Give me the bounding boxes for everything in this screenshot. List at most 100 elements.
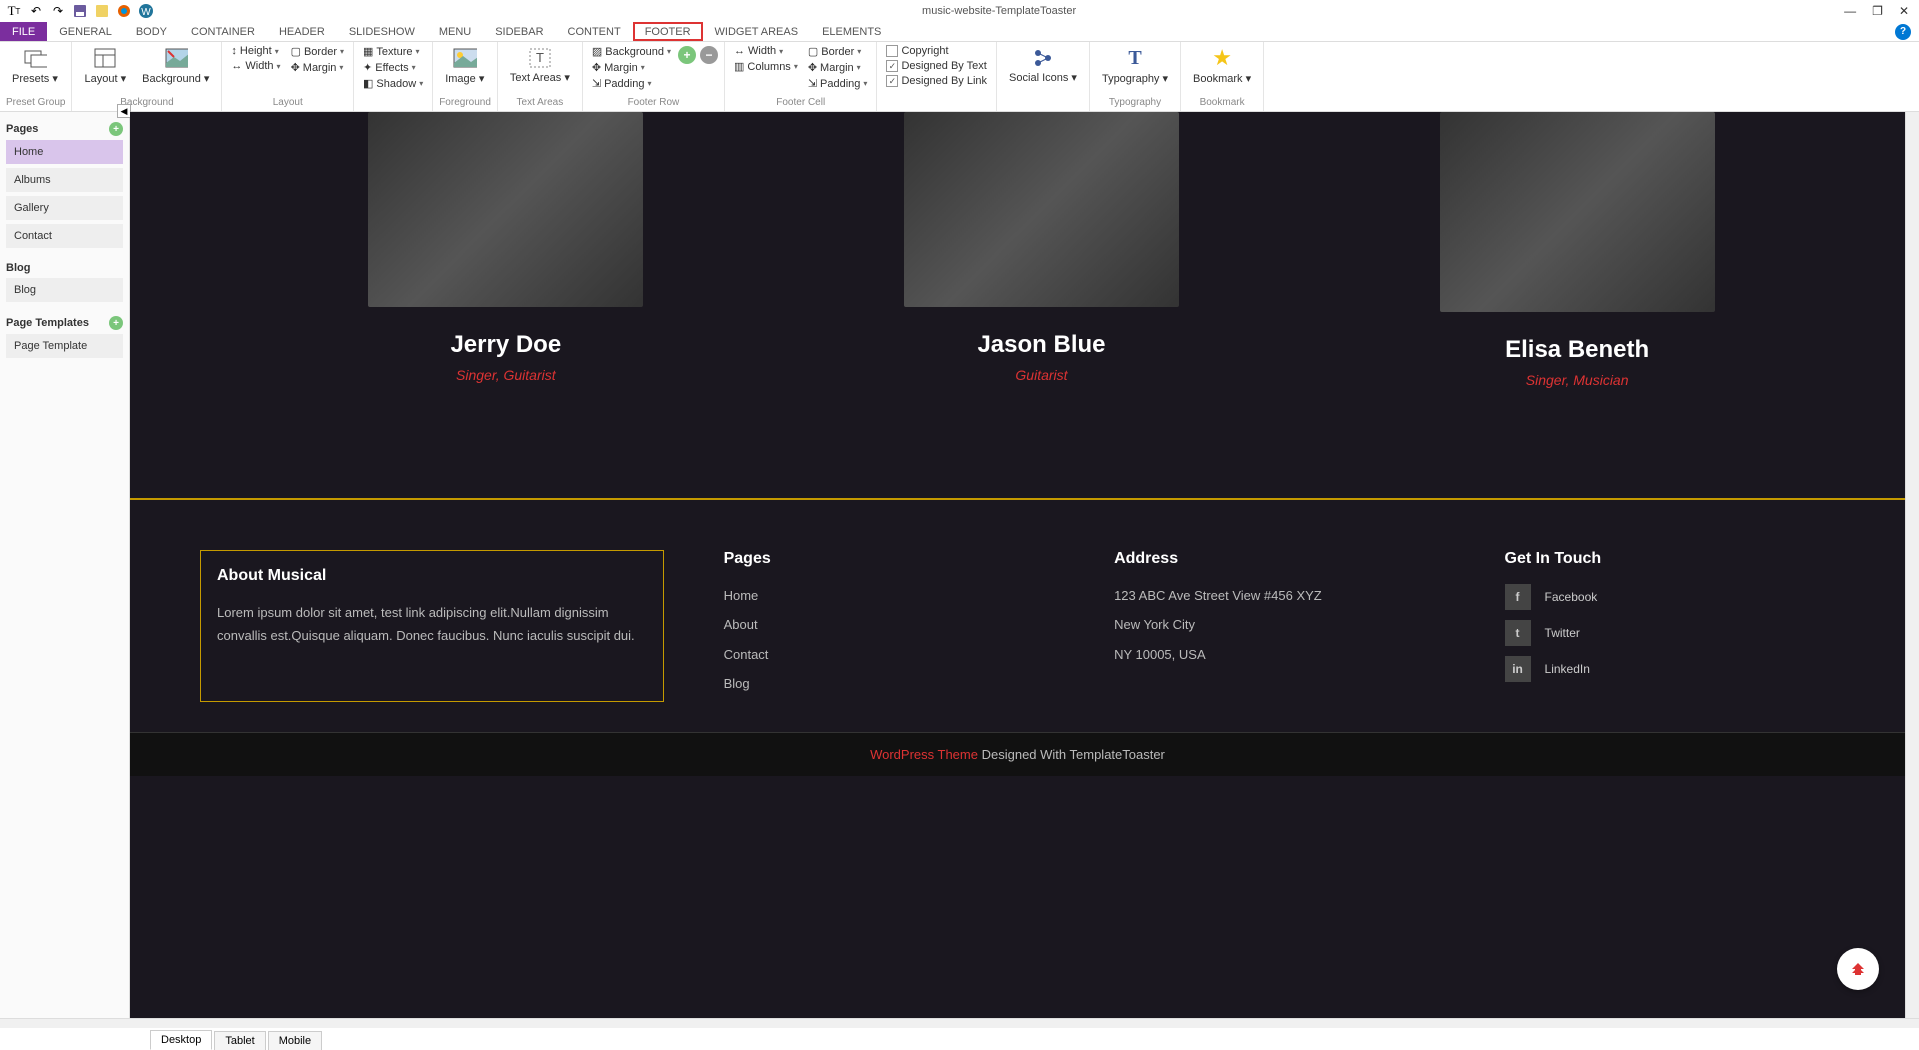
tab-elements[interactable]: ELEMENTS <box>810 22 893 41</box>
person-role: Singer, Musician <box>1440 372 1715 388</box>
person-image <box>368 112 643 307</box>
person-image <box>904 112 1179 307</box>
fr-padding-button[interactable]: ⇲ Padding ▾ <box>589 76 674 91</box>
close-button[interactable]: ✕ <box>1899 4 1909 18</box>
tab-slideshow[interactable]: SLIDESHOW <box>337 22 427 41</box>
test-link[interactable]: test link <box>381 605 425 620</box>
fr-margin-button[interactable]: ✥ Margin ▾ <box>589 60 674 75</box>
wordpress-icon[interactable]: W <box>138 3 154 19</box>
social-facebook[interactable]: fFacebook <box>1505 584 1835 610</box>
sidebar-item-blog[interactable]: Blog <box>6 278 123 302</box>
sidebar-item-page-template[interactable]: Page Template <box>6 334 123 358</box>
border-button[interactable]: ▢ Border ▾ <box>288 44 347 59</box>
view-tablet-tab[interactable]: Tablet <box>214 1031 265 1050</box>
footer-link[interactable]: Blog <box>724 672 1054 695</box>
tab-footer[interactable]: FOOTER <box>633 22 703 41</box>
firefox-icon[interactable] <box>116 3 132 19</box>
twitter-icon: t <box>1505 620 1531 646</box>
tab-content[interactable]: CONTENT <box>556 22 633 41</box>
tab-widget-areas[interactable]: WIDGET AREAS <box>703 22 811 41</box>
width-button[interactable]: ↔ Width ▾ <box>228 59 283 73</box>
footer-bottom[interactable]: WordPress Theme Designed With TemplateTo… <box>130 732 1905 776</box>
typography-button[interactable]: T Typography ▾ <box>1096 44 1174 87</box>
text-areas-button[interactable]: T Text Areas ▾ <box>504 44 576 86</box>
sidebar-item-albums[interactable]: Albums <box>6 168 123 192</box>
maximize-button[interactable]: ❐ <box>1872 4 1883 18</box>
footer-bottom-text: Designed With TemplateToaster <box>978 747 1165 762</box>
footer-social-cell: Get In Touch fFacebook tTwitter inLinked… <box>1505 550 1835 702</box>
person-name: Jerry Doe <box>368 331 643 359</box>
copyright-checkbox[interactable]: Copyright <box>883 44 990 58</box>
footer-area[interactable]: About Musical Lorem ipsum dolor sit amet… <box>130 500 1905 732</box>
redo-icon[interactable]: ↷ <box>50 3 66 19</box>
fc-border-button[interactable]: ▢ Border ▾ <box>805 44 871 59</box>
remove-row-button[interactable]: − <box>700 46 718 64</box>
presets-button[interactable]: Presets ▾ <box>6 44 64 87</box>
tab-file[interactable]: FILE <box>0 22 47 41</box>
tab-container[interactable]: CONTAINER <box>179 22 267 41</box>
tab-header[interactable]: HEADER <box>267 22 337 41</box>
height-button[interactable]: ↕ Height ▾ <box>228 44 283 58</box>
person-image <box>1440 112 1715 312</box>
address-line: NY 10005, USA <box>1114 643 1444 666</box>
horizontal-scrollbar[interactable] <box>0 1018 1919 1028</box>
layout-button[interactable]: Layout ▾ <box>78 44 132 87</box>
add-row-button[interactable]: + <box>678 46 696 64</box>
background-button[interactable]: Background ▾ <box>136 44 215 87</box>
person-name: Jason Blue <box>904 331 1179 359</box>
text-tool-icon[interactable]: TT <box>6 3 22 19</box>
preview-icon[interactable] <box>94 3 110 19</box>
social-linkedin[interactable]: inLinkedIn <box>1505 656 1835 682</box>
footer-link[interactable]: About <box>724 613 1054 636</box>
tab-general[interactable]: GENERAL <box>47 22 124 41</box>
footer-link[interactable]: Home <box>724 584 1054 607</box>
designed-by-text-checkbox[interactable]: ✓ Designed By Text <box>883 59 990 73</box>
footer-cell-label: Footer Cell <box>731 97 870 109</box>
about-title: About Musical <box>217 567 647 585</box>
minimize-button[interactable]: — <box>1844 4 1856 18</box>
footer-address-cell: Address 123 ABC Ave Street View #456 XYZ… <box>1114 550 1444 702</box>
bookmark-button[interactable]: ★ Bookmark ▾ <box>1187 44 1257 87</box>
canvas[interactable]: Jerry Doe Singer, Guitarist Jason Blue G… <box>130 112 1905 1018</box>
designed-by-link-checkbox[interactable]: ✓ Designed By Link <box>883 74 990 88</box>
touch-title: Get In Touch <box>1505 550 1835 568</box>
tab-menu[interactable]: MENU <box>427 22 483 41</box>
social-twitter[interactable]: tTwitter <box>1505 620 1835 646</box>
view-desktop-tab[interactable]: Desktop <box>150 1030 212 1050</box>
view-mobile-tab[interactable]: Mobile <box>268 1031 322 1050</box>
social-icons-button[interactable]: Social Icons ▾ <box>1003 44 1083 86</box>
sidebar-item-gallery[interactable]: Gallery <box>6 196 123 220</box>
blog-title: Blog <box>6 262 30 274</box>
texture-button[interactable]: ▦ Texture ▾ <box>360 44 426 59</box>
effects-button[interactable]: ✦ Effects ▾ <box>360 60 426 75</box>
help-icon[interactable]: ? <box>1895 24 1911 40</box>
add-page-button[interactable]: + <box>109 122 123 136</box>
add-template-button[interactable]: + <box>109 316 123 330</box>
fc-padding-button[interactable]: ⇲ Padding ▾ <box>805 76 871 91</box>
wordpress-theme-link[interactable]: WordPress Theme <box>870 747 978 762</box>
person-role: Singer, Guitarist <box>368 367 643 383</box>
sidebar-item-contact[interactable]: Contact <box>6 224 123 248</box>
shadow-button[interactable]: ◧ Shadow ▾ <box>360 76 426 91</box>
sidebar-item-home[interactable]: Home <box>6 140 123 164</box>
vertical-scrollbar[interactable] <box>1905 112 1919 1018</box>
preset-group-label: Preset Group <box>6 97 65 109</box>
footer-link[interactable]: Contact <box>724 643 1054 666</box>
tab-sidebar[interactable]: SIDEBAR <box>483 22 555 41</box>
footer-about-cell[interactable]: About Musical Lorem ipsum dolor sit amet… <box>200 550 664 702</box>
fr-background-button[interactable]: ▨ Background ▾ <box>589 44 674 59</box>
layout-group-label: Layout <box>228 97 347 109</box>
collapse-sidebar-button[interactable]: ◀ <box>117 104 131 118</box>
fc-columns-button[interactable]: ▥ Columns ▾ <box>731 59 801 74</box>
margin-button[interactable]: ✥ Margin ▾ <box>288 60 347 75</box>
linkedin-icon: in <box>1505 656 1531 682</box>
save-icon[interactable] <box>72 3 88 19</box>
bookmark-group-label: Bookmark <box>1187 97 1257 109</box>
fc-width-button[interactable]: ↔ Width ▾ <box>731 44 801 58</box>
tab-body[interactable]: BODY <box>124 22 179 41</box>
scroll-top-button[interactable] <box>1837 948 1879 990</box>
fc-margin-button[interactable]: ✥ Margin ▾ <box>805 60 871 75</box>
svg-text:W: W <box>141 7 151 18</box>
undo-icon[interactable]: ↶ <box>28 3 44 19</box>
image-button[interactable]: Image ▾ <box>439 44 490 87</box>
